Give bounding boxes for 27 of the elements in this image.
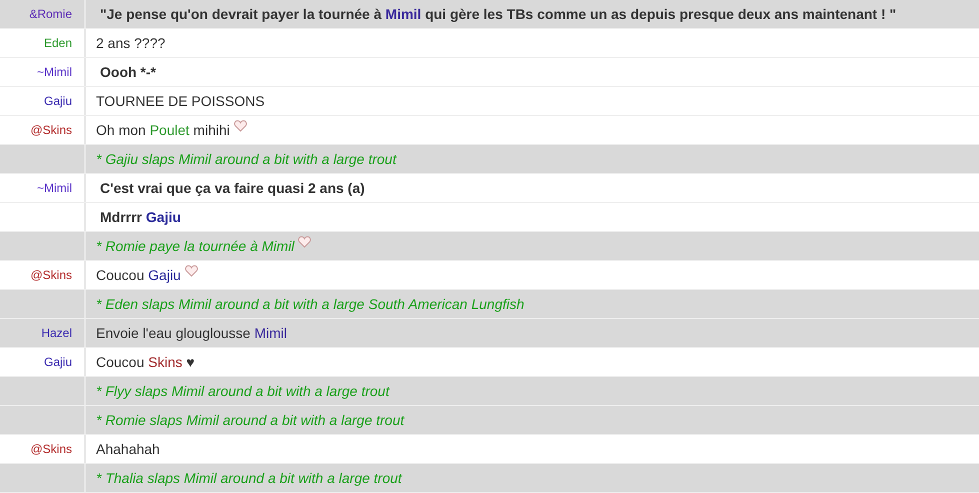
chat-message: "Je pense qu'on devrait payer la tournée à Mimil qui gère les TBs comme un as depuis presque deux ans maintenant ! ": [99, 4, 896, 24]
chat-message: 2 ans ????: [96, 34, 166, 52]
chat-message: C'est vrai que ça va faire quasi 2 ans (a): [99, 178, 365, 198]
chat-message: Coucou Gajiu: [96, 266, 181, 285]
nickname[interactable]: @Skins: [30, 266, 72, 284]
nickname[interactable]: @Skins: [30, 121, 72, 139]
chat-message: Ahahahah: [96, 440, 160, 458]
action-message: * Romie paye la tournée à Mimil: [96, 236, 294, 256]
chat-message: Mdrrrr Gajiu: [99, 208, 181, 227]
nickname[interactable]: Gajiu: [44, 92, 72, 110]
action-message: * Eden slaps Mimil around a bit with a large South American Lungfish: [96, 294, 524, 314]
nickname[interactable]: &Romie: [29, 5, 72, 23]
nickname[interactable]: ~Mimil: [37, 179, 72, 197]
nickname[interactable]: Eden: [44, 34, 72, 52]
chat-message: TOURNEE DE POISSONS: [96, 92, 265, 110]
action-message: * Gajiu slaps Mimil around a bit with a large trout: [96, 150, 396, 169]
chat-message: Envoie l'eau glouglousse Mimil: [96, 324, 287, 343]
nickname[interactable]: ~Mimil: [37, 63, 72, 81]
nickname[interactable]: Gajiu: [44, 353, 72, 371]
action-message: * Romie slaps Mimil around a bit with a large trout: [96, 410, 404, 430]
chat-message: Coucou Skins ♥: [96, 352, 195, 372]
action-message: * Thalia slaps Mimil around a bit with a large trout: [96, 468, 402, 488]
nickname[interactable]: Hazel: [41, 324, 72, 342]
nickname[interactable]: @Skins: [30, 440, 72, 458]
chat-message: Oooh *-*: [99, 62, 156, 82]
chat-message: Oh mon Poulet mihihi: [96, 120, 230, 140]
action-message: * Flyy slaps Mimil around a bit with a large trout: [96, 382, 390, 401]
